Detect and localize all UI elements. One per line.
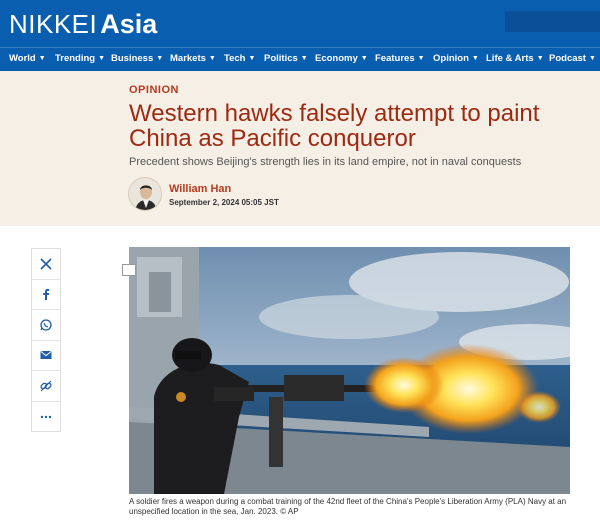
nav-opinion[interactable]: Opinion ▼ — [433, 53, 479, 64]
share-email-button[interactable] — [32, 341, 60, 371]
logo-nikkei: NIKKEI — [9, 9, 98, 39]
share-more-button[interactable] — [32, 402, 60, 433]
nav-life-arts[interactable]: Life & Arts ▼ — [486, 53, 544, 64]
article-header: OPINION Western hawks falsely attempt to… — [0, 71, 600, 226]
article-photo[interactable] — [129, 247, 570, 494]
share-x-button[interactable] — [32, 249, 60, 280]
article-subhead: Precedent shows Beijing's strength lies … — [129, 156, 522, 168]
chevron-down-icon: ▼ — [417, 55, 425, 62]
email-icon — [40, 351, 52, 360]
nav-label: Politics — [264, 53, 298, 64]
nav-business[interactable]: Business ▼ — [111, 53, 163, 64]
nav-label: Features — [375, 53, 415, 64]
nav-label: Opinion — [433, 53, 469, 64]
logo-asia: Asia — [100, 9, 158, 39]
nav-podcast[interactable]: Podcast ▼ — [549, 53, 596, 64]
nav-markets[interactable]: Markets ▼ — [170, 53, 216, 64]
link-icon — [40, 380, 52, 392]
chevron-down-icon: ▼ — [300, 55, 308, 62]
chevron-down-icon: ▼ — [98, 55, 106, 62]
share-link-button[interactable] — [32, 371, 60, 402]
share-rail — [31, 248, 61, 432]
chevron-down-icon: ▼ — [471, 55, 479, 62]
x-icon — [40, 258, 52, 270]
share-facebook-button[interactable] — [32, 280, 60, 310]
search-input[interactable] — [505, 11, 600, 32]
top-header: NIKKEI Asia — [0, 0, 600, 47]
chevron-down-icon: ▼ — [360, 55, 368, 62]
chevron-down-icon: ▼ — [588, 55, 596, 62]
nav-features[interactable]: Features ▼ — [375, 53, 425, 64]
nav-label: Business — [111, 53, 154, 64]
nav-world[interactable]: World ▼ — [9, 53, 46, 64]
nav-label: Life & Arts — [486, 53, 534, 64]
nikkei-asia-logo[interactable]: NIKKEI Asia — [9, 8, 157, 45]
facebook-icon — [43, 289, 50, 301]
chevron-down-icon: ▼ — [208, 55, 216, 62]
author-avatar[interactable] — [128, 177, 162, 211]
share-whatsapp-button[interactable] — [32, 310, 60, 341]
nav-trending[interactable]: Trending ▼ — [55, 53, 105, 64]
nav-label: Trending — [55, 53, 96, 64]
author-name[interactable]: William Han — [169, 183, 231, 195]
nav-label: Economy — [315, 53, 358, 64]
article-headline: Western hawks falsely attempt to paint C… — [129, 100, 540, 152]
nav-label: Markets — [170, 53, 206, 64]
chevron-down-icon: ▼ — [248, 55, 256, 62]
nav-label: World — [9, 53, 36, 64]
chevron-down-icon: ▼ — [156, 55, 164, 62]
nav-label: Podcast — [549, 53, 586, 64]
publish-date: September 2, 2024 05:05 JST — [169, 198, 279, 207]
whatsapp-icon — [40, 319, 52, 331]
chevron-down-icon: ▼ — [536, 55, 544, 62]
photo-caption: A soldier fires a weapon during a combat… — [129, 497, 567, 516]
nav-economy[interactable]: Economy ▼ — [315, 53, 368, 64]
section-kicker[interactable]: OPINION — [129, 84, 179, 96]
expand-image-icon[interactable] — [122, 264, 136, 276]
nav-politics[interactable]: Politics ▼ — [264, 53, 308, 64]
nav-label: Tech — [224, 53, 246, 64]
more-icon — [40, 415, 52, 418]
nav-tech[interactable]: Tech ▼ — [224, 53, 255, 64]
chevron-down-icon: ▼ — [38, 55, 46, 62]
main-nav: World ▼ Trending ▼ Business ▼ Markets ▼ Tech… — [0, 47, 600, 71]
